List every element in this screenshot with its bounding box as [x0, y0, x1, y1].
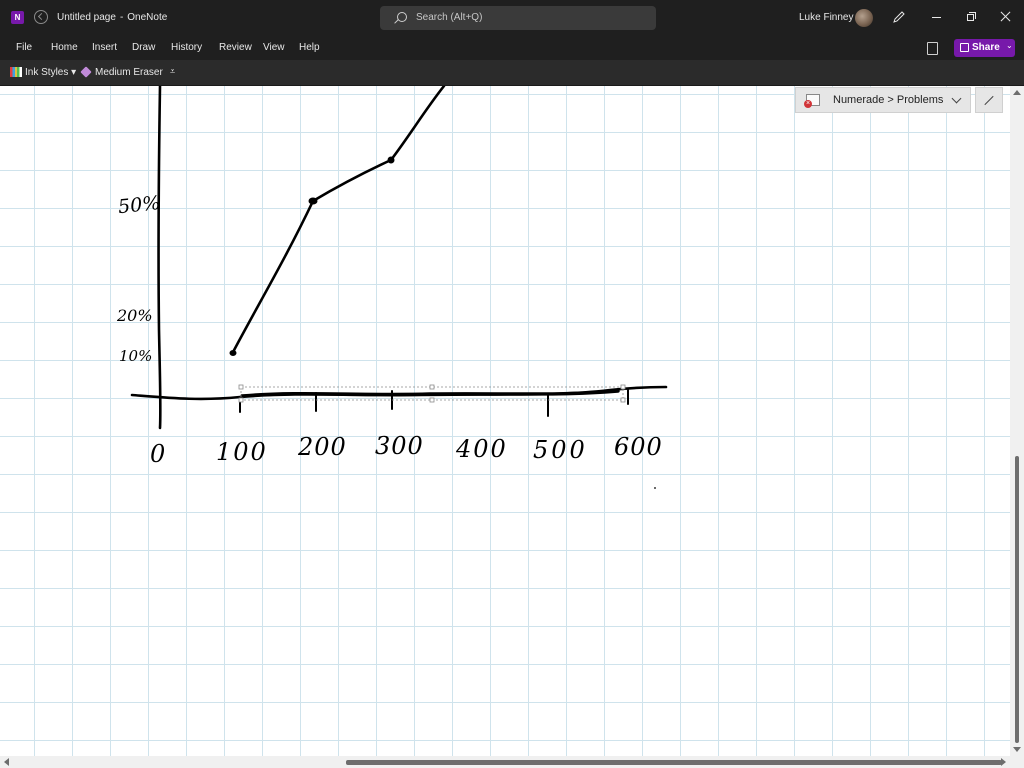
menu-insert[interactable]: Insert	[92, 42, 117, 53]
ink-x-axis-overstroke	[240, 389, 620, 398]
ink-drawing: 50% 20% 10% 0 100 200 300 400 500 600	[116, 86, 668, 489]
user-name[interactable]: Luke Finney	[799, 12, 853, 23]
full-page-view-button[interactable]	[975, 87, 1003, 113]
window-title: Untitled page - OneNote	[57, 12, 171, 23]
search-icon	[397, 12, 407, 22]
scroll-down-arrow-icon[interactable]	[1013, 747, 1021, 752]
ink-styles-button[interactable]: Ink Styles ▾	[25, 67, 76, 78]
scrollbar-corner	[1010, 756, 1024, 768]
menu-file[interactable]: File	[16, 42, 32, 53]
horizontal-scrollbar[interactable]	[0, 756, 1010, 768]
x-label-0: 0	[150, 440, 165, 468]
close-icon[interactable]	[998, 9, 1014, 25]
x-label-100: 100	[216, 438, 268, 466]
x-label-600: 600	[614, 433, 663, 461]
notebook-icon[interactable]	[927, 42, 938, 55]
share-label: Share	[972, 42, 1000, 53]
share-button[interactable]: Share ⌄	[954, 39, 1015, 57]
y-label-10: 10%	[119, 347, 152, 365]
y-label-20: 20%	[116, 306, 153, 325]
ink-point-2	[308, 197, 318, 205]
selection-handle	[429, 384, 435, 390]
menu-review[interactable]: Review	[219, 42, 252, 53]
menu-bar: File Home Insert Draw History Review Vie…	[0, 36, 1024, 60]
menu-view[interactable]: View	[263, 42, 285, 53]
ink-styles-label: Ink Styles	[25, 67, 69, 78]
ink-point-1	[229, 350, 237, 356]
menu-draw[interactable]: Draw	[132, 42, 155, 53]
x-label-200: 200	[297, 433, 347, 461]
chevron-down-icon[interactable]: ⌄	[1006, 41, 1013, 50]
sync-error-icon: ×	[804, 100, 812, 108]
onenote-app-icon: N	[11, 11, 24, 24]
x-label-300: 300	[375, 432, 424, 460]
minimize-icon[interactable]	[929, 9, 945, 25]
search-placeholder: Search (Alt+Q)	[416, 12, 483, 23]
ink-y-axis	[157, 86, 162, 430]
notebook-breadcrumb[interactable]: × Numerade > Problems	[795, 87, 971, 113]
app-name: OneNote	[127, 12, 168, 23]
y-label-50: 50%	[117, 192, 161, 218]
chevron-down-icon	[951, 93, 962, 104]
selection-handle	[620, 384, 626, 390]
back-icon[interactable]	[34, 10, 48, 24]
stray-ink-dot	[654, 487, 656, 489]
medium-eraser-button[interactable]: Medium Eraser	[95, 67, 163, 78]
ink-styles-chevron-icon: ▾	[71, 67, 77, 78]
horizontal-scroll-thumb[interactable]	[346, 760, 1002, 765]
title-bar: N Untitled page - OneNote Search (Alt+Q) L…	[0, 0, 1024, 36]
menu-home[interactable]: Home	[51, 42, 78, 53]
scroll-left-arrow-icon[interactable]	[4, 758, 9, 766]
eraser-icon[interactable]	[80, 66, 92, 78]
x-label-500: 500	[533, 436, 588, 464]
search-box[interactable]: Search (Alt+Q)	[380, 6, 656, 30]
selection-handle	[620, 397, 626, 403]
selection-handle	[429, 397, 435, 403]
vertical-scrollbar[interactable]	[1010, 86, 1024, 756]
breadcrumb-label: Numerade > Problems	[833, 94, 944, 106]
share-icon	[960, 43, 969, 52]
x-label-400: 400	[455, 435, 508, 463]
ink-styles-icon[interactable]	[10, 67, 22, 77]
page-canvas[interactable]: 50% 20% 10% 0 100 200 300 400 500 600	[0, 86, 1010, 756]
ink-data-line	[230, 86, 446, 356]
restore-icon[interactable]	[963, 9, 979, 25]
avatar[interactable]	[855, 9, 873, 27]
selection-handle	[238, 397, 244, 403]
menu-help[interactable]: Help	[299, 42, 320, 53]
ribbon: Ink Styles ▾ Medium Eraser ⩡	[0, 60, 1024, 86]
pen-icon[interactable]	[892, 10, 906, 24]
ribbon-overflow-icon[interactable]: ⩡	[170, 66, 175, 77]
ink-point-3	[387, 156, 395, 164]
page-title: Untitled page	[57, 12, 116, 23]
vertical-scroll-thumb[interactable]	[1015, 456, 1019, 743]
menu-history[interactable]: History	[171, 42, 202, 53]
scroll-up-arrow-icon[interactable]	[1013, 90, 1021, 95]
scroll-right-arrow-icon[interactable]	[1001, 758, 1006, 766]
selection-handle	[238, 384, 244, 390]
title-separator: -	[119, 12, 124, 23]
